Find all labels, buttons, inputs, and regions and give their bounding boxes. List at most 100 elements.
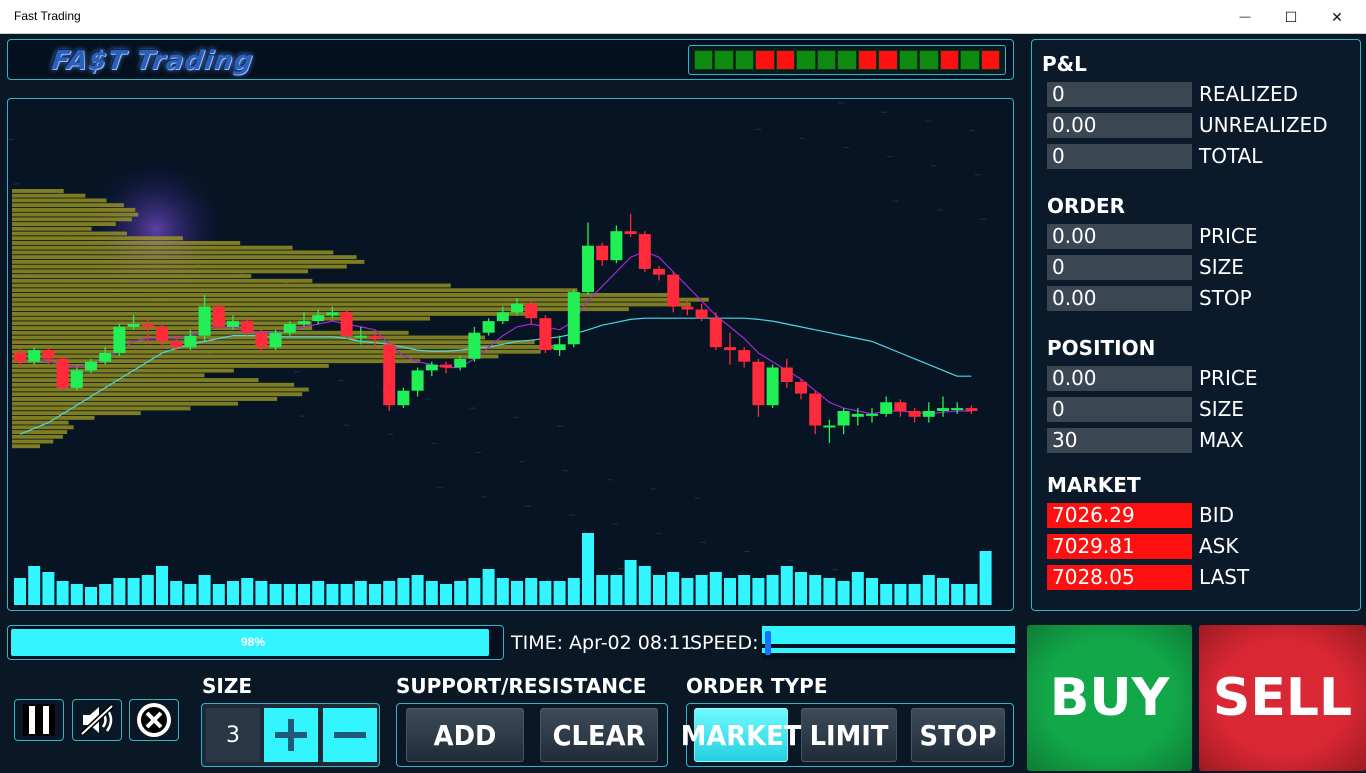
- background-dot: [524, 505, 531, 507]
- volume-profile-bar: [12, 222, 116, 227]
- background-dot: [568, 514, 575, 516]
- volume-bar: [70, 584, 83, 605]
- candlestick: [667, 271, 680, 313]
- app-area: FA$T Trading P&L ORDER POSITION MARKET 0…: [0, 34, 1366, 773]
- minimize-button[interactable]: —: [1222, 0, 1268, 34]
- trend-cell: [857, 50, 878, 70]
- mute-button[interactable]: [72, 699, 122, 741]
- candle-body: [610, 231, 623, 261]
- volume-profile-bar: [12, 245, 293, 250]
- candle-body: [227, 321, 239, 327]
- size-increase-button[interactable]: [264, 708, 318, 762]
- candle-body: [866, 413, 878, 416]
- candle-body: [965, 408, 978, 411]
- volume-bar: [127, 578, 140, 605]
- pause-button[interactable]: [14, 699, 64, 741]
- volume-profile-bar: [12, 368, 234, 373]
- candle-body: [141, 324, 154, 327]
- volume-bar: [823, 578, 836, 605]
- candlestick: [56, 355, 69, 391]
- size-value[interactable]: 3: [206, 708, 260, 762]
- buy-button[interactable]: BUY: [1027, 625, 1192, 771]
- mute-icon: [80, 704, 114, 736]
- volume-profile-bar: [12, 283, 451, 288]
- volume-bar: [14, 578, 26, 605]
- order-price-value: 0.00: [1047, 224, 1192, 249]
- volume-profile-bar: [12, 378, 259, 383]
- trend-strip: [688, 45, 1006, 75]
- volume-profile-bar: [12, 434, 63, 439]
- speed-slider-rail: [762, 648, 1015, 653]
- size-decrease-button[interactable]: [323, 708, 377, 762]
- background-dot: [8, 139, 14, 140]
- order-type-group: MARKET LIMIT STOP: [681, 703, 1014, 767]
- price-chart[interactable]: [7, 98, 1014, 611]
- candlestick: [894, 399, 907, 417]
- candle-body: [70, 370, 83, 388]
- volume-bar: [156, 566, 168, 605]
- market-order-button[interactable]: MARKET: [681, 708, 801, 762]
- close-window-button[interactable]: ✕: [1314, 0, 1360, 34]
- add-level-button[interactable]: ADD: [406, 708, 524, 762]
- candlestick: [837, 408, 850, 435]
- candle-body: [411, 370, 424, 391]
- speed-slider-thumb[interactable]: [765, 631, 772, 655]
- candle-body: [198, 306, 211, 336]
- candlestick: [553, 335, 566, 356]
- clear-levels-button[interactable]: CLEAR: [540, 708, 658, 762]
- volume-bar: [354, 581, 367, 605]
- volume-bar: [525, 578, 538, 605]
- background-dot: [387, 433, 394, 435]
- account-panel: P&L ORDER POSITION MARKET 0 REALIZED 0.00 U…: [1031, 39, 1361, 611]
- background-dot: [969, 129, 976, 131]
- candle-body: [383, 344, 396, 406]
- volume-bar: [42, 572, 55, 605]
- order-size-label: SIZE: [1199, 255, 1244, 279]
- candle-body: [42, 350, 55, 359]
- volume-bar: [269, 584, 282, 605]
- volume-bar: [809, 575, 822, 605]
- volume-bar: [738, 575, 751, 605]
- background-dot: [936, 209, 943, 211]
- limit-order-button[interactable]: LIMIT: [801, 708, 897, 762]
- order-stop-label: STOP: [1199, 286, 1252, 310]
- volume-profile-bar: [12, 420, 69, 425]
- volume-bar: [241, 578, 254, 605]
- volume-bar: [184, 584, 197, 605]
- time-readout: TIME: Apr-02 08:11: [511, 632, 693, 654]
- volume-bar: [383, 581, 396, 605]
- sell-button[interactable]: SELL: [1199, 625, 1366, 771]
- volume-bar: [113, 578, 126, 605]
- candle-body: [113, 326, 126, 353]
- candlestick: [724, 332, 736, 365]
- exit-button[interactable]: [129, 699, 179, 741]
- candlestick: [965, 405, 978, 414]
- market-last-value: 7028.05: [1047, 565, 1192, 590]
- market-bid-label: BID: [1199, 503, 1235, 527]
- candlestick: [880, 396, 893, 417]
- candle-body: [184, 335, 197, 348]
- speed-slider[interactable]: [762, 626, 1015, 659]
- maximize-button[interactable]: ☐: [1268, 0, 1314, 34]
- candle-body: [511, 303, 523, 313]
- stop-order-button[interactable]: STOP: [911, 708, 1005, 762]
- background-dot: [886, 156, 893, 158]
- volume-bar: [766, 575, 779, 605]
- candle-body: [212, 306, 225, 327]
- volume-bar: [866, 578, 878, 605]
- candlestick: [482, 318, 495, 336]
- window-titlebar: Fast Trading — ☐ ✕: [0, 0, 1366, 34]
- market-ask-label: ASK: [1199, 534, 1239, 558]
- volume-bar: [212, 584, 225, 605]
- volume-profile-bar: [12, 255, 357, 260]
- trend-cell: [878, 50, 898, 70]
- volume-bar: [553, 581, 566, 605]
- candlestick: [312, 309, 325, 324]
- volume-bar: [326, 584, 339, 605]
- background-dot: [650, 488, 657, 490]
- candlestick: [937, 396, 949, 417]
- trend-cell: [775, 50, 796, 70]
- volume-bar: [539, 581, 552, 605]
- market-ask-value: 7029.81: [1047, 534, 1192, 559]
- candle-body: [241, 321, 254, 333]
